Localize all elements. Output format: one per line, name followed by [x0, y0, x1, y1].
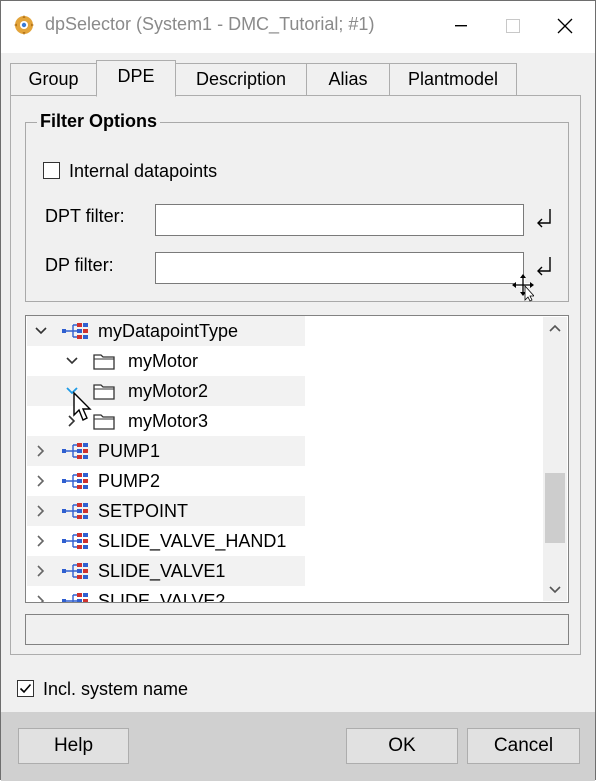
- minimize-icon: [455, 25, 467, 27]
- chevron-right-icon[interactable]: [35, 445, 47, 457]
- dpt-filter-label: DPT filter:: [45, 206, 125, 226]
- tree-row[interactable]: myDatapointType: [27, 316, 305, 346]
- tab-label: DPE: [117, 66, 155, 86]
- tree-row[interactable]: SLIDE_VALVE1: [27, 556, 305, 586]
- title-bar[interactable]: dpSelector (System1 - DMC_Tutorial; #1): [1, 1, 595, 53]
- move-cursor-icon: [512, 274, 534, 302]
- tree-node-label: SLIDE_VALVE2: [98, 591, 226, 603]
- scroll-up-icon[interactable]: [549, 323, 561, 335]
- tree-node-label: SLIDE_VALVE1: [98, 561, 226, 581]
- tab-group[interactable]: Group: [10, 63, 97, 95]
- chevron-right-icon[interactable]: [35, 535, 47, 547]
- internal-datapoints-checkbox[interactable]: [43, 162, 60, 179]
- tab-label: Group: [28, 69, 79, 89]
- chevron-right-icon[interactable]: [35, 505, 47, 517]
- datapoint-tree[interactable]: myDatapointType myMotor myMotor2 myMotor…: [25, 315, 569, 603]
- datapoint-type-icon: [62, 473, 88, 489]
- tree-node-label: PUMP1: [98, 441, 161, 461]
- status-field: [25, 614, 569, 645]
- chevron-right-icon[interactable]: [35, 475, 47, 487]
- mouse-pointer-icon: [73, 391, 92, 421]
- chevron-right-icon[interactable]: [35, 595, 47, 603]
- app-icon: [14, 15, 34, 35]
- tab-dpe[interactable]: DPE: [96, 60, 176, 97]
- tree-row[interactable]: myMotor: [27, 346, 305, 376]
- datapoint-type-icon: [62, 533, 88, 549]
- enter-icon[interactable]: [534, 255, 554, 279]
- folder-icon: [93, 354, 115, 370]
- tree-row[interactable]: PUMP2: [27, 466, 305, 496]
- ok-button[interactable]: OK: [346, 728, 458, 764]
- tree-row[interactable]: SETPOINT: [27, 496, 305, 526]
- tab-alias[interactable]: Alias: [306, 63, 390, 95]
- window-title: dpSelector (System1 - DMC_Tutorial; #1): [45, 14, 375, 34]
- datapoint-type-icon: [62, 503, 88, 519]
- tab-label: Alias: [328, 69, 368, 89]
- tree-node-label: myMotor: [128, 351, 199, 371]
- maximize-icon: [506, 19, 520, 33]
- dialog-footer: Help OK Cancel: [1, 712, 595, 781]
- datapoint-type-icon: [62, 563, 88, 579]
- dp-filter-label: DP filter:: [45, 255, 114, 275]
- chevron-right-icon[interactable]: [35, 565, 47, 577]
- tree-node-label: PUMP2: [98, 471, 161, 491]
- chevron-down-icon[interactable]: [35, 325, 47, 337]
- tab-label: Description: [195, 69, 287, 89]
- minimize-button[interactable]: [439, 9, 483, 43]
- folder-icon: [93, 384, 115, 400]
- tree-node-label: myDatapointType: [98, 321, 239, 341]
- datapoint-type-icon: [62, 593, 88, 602]
- datapoint-type-icon: [62, 323, 88, 339]
- tab-plantmodel[interactable]: Plantmodel: [389, 63, 517, 95]
- dpt-filter-field[interactable]: [155, 204, 524, 236]
- folder-icon: [93, 414, 115, 430]
- datapoint-type-icon: [62, 443, 88, 459]
- dp-filter-field[interactable]: [155, 252, 524, 284]
- tree-row[interactable]: PUMP1: [27, 436, 305, 466]
- close-icon: [557, 18, 573, 34]
- scroll-down-icon[interactable]: [549, 583, 561, 595]
- checkmark-icon: [19, 683, 32, 694]
- tree-row[interactable]: SLIDE_VALVE2: [27, 586, 305, 603]
- chevron-down-icon[interactable]: [66, 355, 78, 367]
- tree-node-label: SETPOINT: [98, 501, 189, 521]
- tree-row[interactable]: myMotor3: [27, 406, 305, 436]
- incl-system-name-label: Incl. system name: [43, 679, 189, 699]
- tree-node-label: myMotor2: [128, 381, 209, 401]
- close-button[interactable]: [543, 9, 587, 43]
- incl-system-name-checkbox[interactable]: [17, 680, 34, 697]
- tab-description[interactable]: Description: [175, 63, 307, 95]
- maximize-button[interactable]: [491, 9, 535, 43]
- dp-selector-window: dpSelector (System1 - DMC_Tutorial; #1) …: [0, 0, 596, 781]
- tree-row[interactable]: SLIDE_VALVE_HAND1: [27, 526, 305, 556]
- filter-options-title: Filter Options: [37, 111, 160, 132]
- tree-row[interactable]: myMotor2: [27, 376, 305, 406]
- cancel-button[interactable]: Cancel: [467, 728, 580, 764]
- internal-datapoints-label: Internal datapoints: [69, 161, 218, 181]
- scroll-thumb[interactable]: [545, 473, 565, 543]
- tree-scrollbar[interactable]: [543, 317, 567, 601]
- tree-node-label: SLIDE_VALVE_HAND1: [98, 531, 287, 551]
- help-button[interactable]: Help: [18, 728, 129, 764]
- enter-icon[interactable]: [534, 207, 554, 231]
- tab-label: Plantmodel: [407, 69, 499, 89]
- tree-node-label: myMotor3: [128, 411, 209, 431]
